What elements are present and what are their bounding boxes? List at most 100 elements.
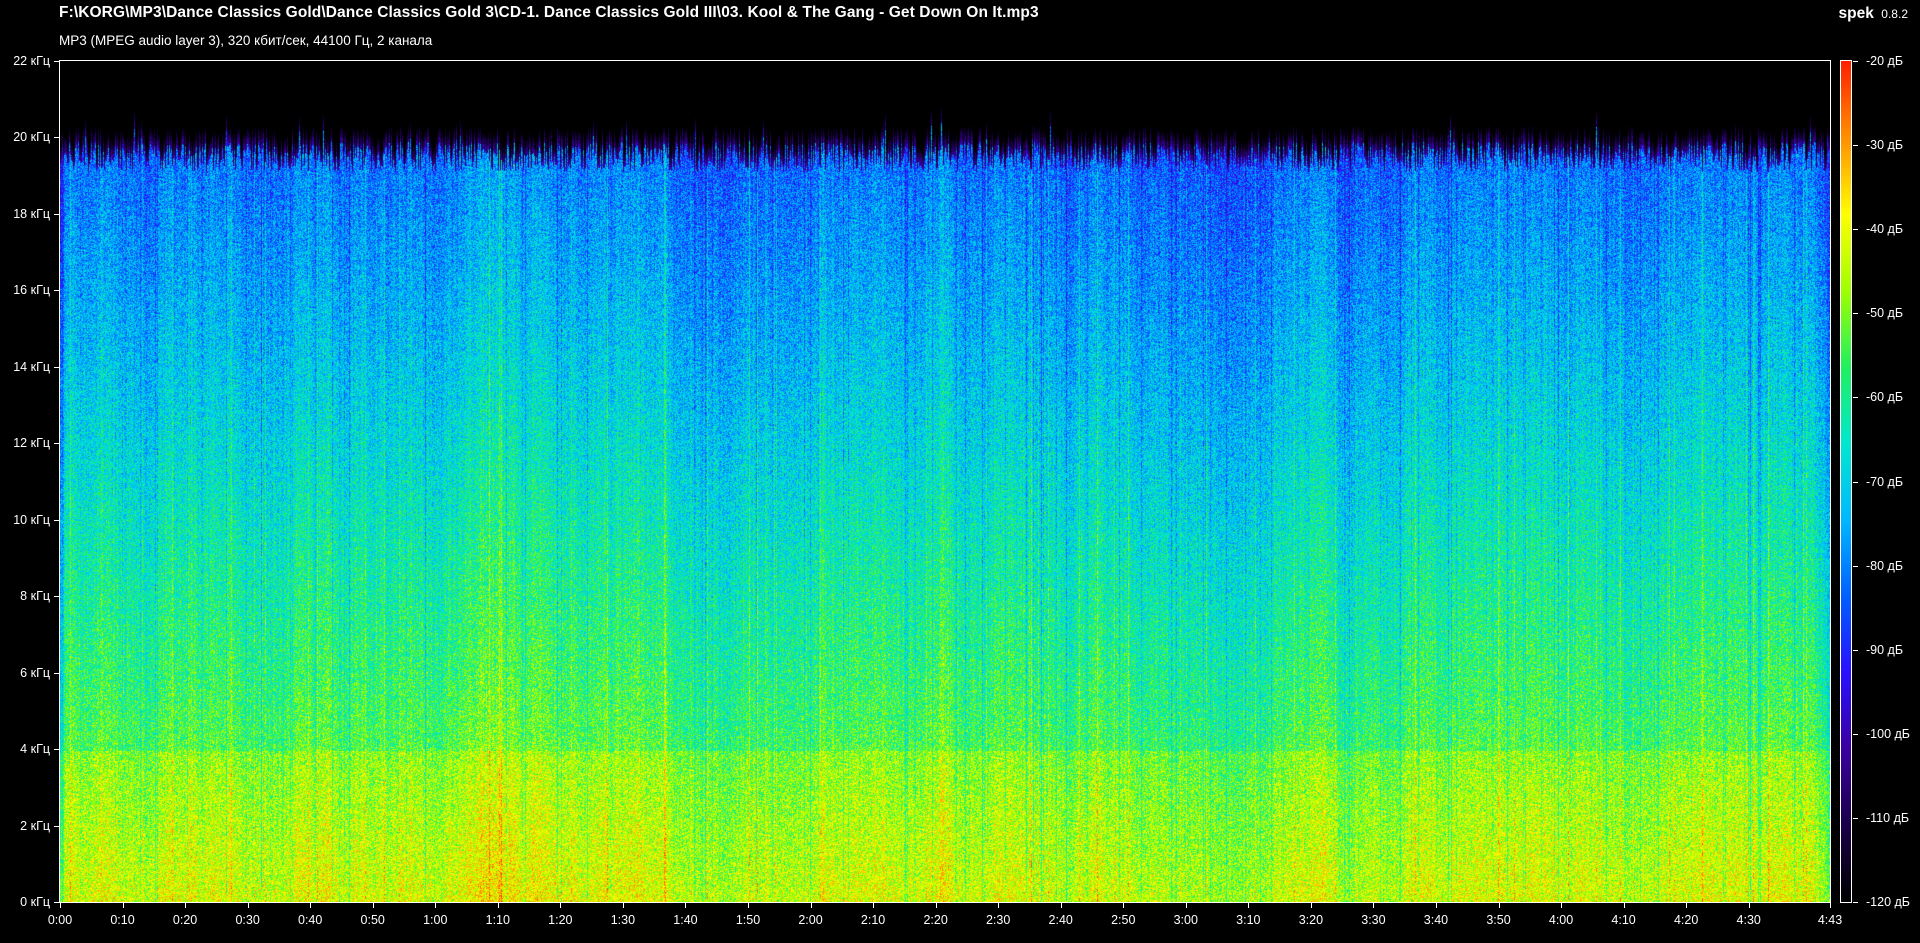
time-tick-label: 0:50: [360, 913, 385, 927]
time-tick-label: 3:20: [1298, 913, 1324, 927]
frequency-tick-label: 6 кГц: [20, 665, 50, 680]
frequency-tick: [54, 137, 59, 138]
level-tick-label: -80 дБ: [1866, 558, 1904, 573]
time-tick-label: 0:20: [172, 913, 198, 927]
time-tick-label: 2:20: [923, 913, 948, 927]
frequency-tick-label: 20 кГц: [13, 130, 50, 145]
level-tick-label: -120 дБ: [1866, 895, 1910, 909]
time-tick-label: 3:50: [1486, 913, 1511, 927]
time-tick: [748, 903, 749, 908]
level-tick-label: -30 дБ: [1866, 138, 1904, 153]
time-tick: [1624, 903, 1625, 908]
time-tick-label: 0:10: [110, 913, 135, 927]
time-tick: [1686, 903, 1687, 908]
time-tick: [1311, 903, 1312, 908]
app-version: 0.8.2: [1881, 7, 1908, 21]
time-tick: [1123, 903, 1124, 908]
frequency-tick: [54, 290, 59, 291]
frequency-tick: [54, 443, 59, 444]
time-tick-label: 4:00: [1548, 913, 1574, 927]
level-tick: [1853, 650, 1858, 651]
app-name: spek: [1838, 5, 1874, 22]
level-tick-label: -90 дБ: [1866, 642, 1904, 657]
level-tick: [1853, 397, 1858, 398]
audio-format-info: MP3 (MPEG audio layer 3), 320 кбит/сек, …: [59, 33, 433, 48]
time-tick: [1830, 903, 1831, 908]
time-tick: [435, 903, 436, 908]
frequency-tick-label: 18 кГц: [13, 206, 50, 221]
time-tick: [1749, 903, 1750, 908]
time-tick: [1248, 903, 1249, 908]
time-tick: [560, 903, 561, 908]
frequency-tick-label: 0 кГц: [20, 895, 50, 909]
time-tick-label: 4:20: [1673, 913, 1699, 927]
time-tick: [623, 903, 624, 908]
time-tick-label: 3:10: [1236, 913, 1261, 927]
file-path-title: F:\KORG\MP3\Dance Classics Gold\Dance Cl…: [59, 4, 1039, 21]
time-tick: [1061, 903, 1062, 908]
frequency-tick: [54, 520, 59, 521]
time-tick-label: 2:10: [860, 913, 886, 927]
level-tick: [1853, 313, 1858, 314]
time-tick-label: 0:40: [298, 913, 323, 927]
level-tick-label: -20 дБ: [1866, 54, 1904, 68]
level-tick: [1853, 734, 1858, 735]
time-tick-label: 2:50: [1111, 913, 1136, 927]
level-tick: [1853, 482, 1858, 483]
level-tick: [1853, 902, 1858, 903]
time-tick: [685, 903, 686, 908]
level-tick: [1853, 61, 1858, 62]
time-tick-label: 3:30: [1361, 913, 1386, 927]
time-tick: [248, 903, 249, 908]
frequency-tick: [54, 367, 59, 368]
time-tick: [1561, 903, 1562, 908]
time-tick: [498, 903, 499, 908]
time-tick-label: 1:00: [423, 913, 448, 927]
time-tick: [1499, 903, 1500, 908]
time-tick-label: 1:10: [485, 913, 510, 927]
time-tick-label: 0:00: [47, 913, 73, 927]
level-tick-label: -50 дБ: [1866, 306, 1904, 321]
frequency-tick: [54, 214, 59, 215]
frequency-tick-label: 2 кГц: [20, 818, 50, 833]
level-tick-label: -100 дБ: [1866, 726, 1910, 741]
frequency-tick: [54, 673, 59, 674]
level-tick-label: -110 дБ: [1866, 810, 1910, 825]
time-tick-label: 4:10: [1611, 913, 1636, 927]
time-tick: [1436, 903, 1437, 908]
time-tick: [936, 903, 937, 908]
time-tick-label: 3:40: [1423, 913, 1449, 927]
time-tick: [60, 903, 61, 908]
frequency-tick-label: 12 кГц: [13, 436, 50, 451]
time-tick: [373, 903, 374, 908]
frequency-tick: [54, 61, 59, 62]
frequency-tick-label: 4 кГц: [20, 742, 50, 757]
time-tick: [1186, 903, 1187, 908]
time-tick-label: 3:00: [1173, 913, 1198, 927]
time-tick-label: 1:20: [548, 913, 573, 927]
app-brand: spek 0.8.2: [1839, 5, 1909, 23]
frequency-tick-label: 8 кГц: [20, 589, 50, 604]
frequency-tick-label: 14 кГц: [13, 359, 50, 374]
spectrogram-plot: [59, 60, 1831, 903]
spectrogram-image: [60, 61, 1830, 902]
time-tick-label: 1:50: [735, 913, 761, 927]
time-tick: [123, 903, 124, 908]
colorbar-gradient: [1841, 61, 1851, 902]
frequency-tick: [54, 826, 59, 827]
time-tick-label: 2:30: [985, 913, 1011, 927]
time-tick-label: 1:40: [673, 913, 698, 927]
time-tick: [310, 903, 311, 908]
level-tick-label: -60 дБ: [1866, 390, 1904, 405]
level-tick: [1853, 818, 1858, 819]
frequency-tick-label: 22 кГц: [13, 54, 50, 68]
time-tick-label: 2:00: [798, 913, 823, 927]
time-tick: [873, 903, 874, 908]
level-tick: [1853, 145, 1858, 146]
level-tick-label: -70 дБ: [1866, 474, 1904, 489]
frequency-tick: [54, 902, 59, 903]
level-colorbar: [1840, 60, 1852, 903]
time-tick-label: 2:40: [1048, 913, 1073, 927]
time-tick-label: 4:43: [1817, 913, 1843, 927]
time-tick: [998, 903, 999, 908]
